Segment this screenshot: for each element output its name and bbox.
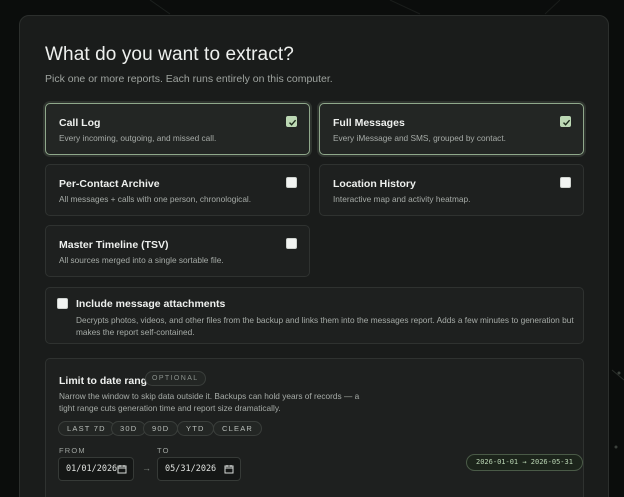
calendar-icon[interactable]: [117, 464, 127, 474]
to-date-input[interactable]: 05/31/2026: [157, 457, 241, 481]
date-range-summary: 2026-01-01 → 2026-05-31: [466, 454, 583, 471]
preset-30d-button[interactable]: 30D: [111, 421, 147, 436]
preset-clear-button[interactable]: CLEAR: [213, 421, 263, 436]
checkmark-icon: [563, 119, 571, 126]
checkbox-checked[interactable]: [286, 116, 297, 127]
checkmark-icon: [289, 119, 297, 126]
checkbox[interactable]: [286, 177, 297, 188]
date-range-title: Limit to date range: [59, 375, 153, 387]
preset-90d-button[interactable]: 90D: [143, 421, 179, 436]
report-card-location-history[interactable]: Location History Interactive map and act…: [319, 164, 584, 216]
report-card-full-messages[interactable]: Full Messages Every iMessage and SMS, gr…: [319, 103, 584, 155]
report-description: Interactive map and activity heatmap.: [333, 194, 471, 204]
optional-badge: OPTIONAL: [145, 371, 206, 386]
from-label: FROM: [59, 446, 86, 455]
checkbox[interactable]: [286, 238, 297, 249]
attachments-description: Decrypts photos, videos, and other files…: [76, 315, 574, 337]
report-title: Location History: [333, 178, 416, 190]
attachments-checkbox[interactable]: [57, 298, 68, 309]
report-title: Full Messages: [333, 117, 405, 129]
report-card-call-log[interactable]: Call Log Every incoming, outgoing, and m…: [45, 103, 310, 155]
preset-ytd-button[interactable]: YTD: [177, 421, 214, 436]
page-title: What do you want to extract?: [45, 44, 294, 65]
report-title: Call Log: [59, 117, 101, 129]
report-title: Master Timeline (TSV): [59, 239, 169, 251]
report-description: Every iMessage and SMS, grouped by conta…: [333, 133, 506, 143]
report-description: Every incoming, outgoing, and missed cal…: [59, 133, 217, 143]
to-label: TO: [157, 446, 170, 455]
range-arrow: →: [142, 463, 151, 473]
report-description: All messages + calls with one person, ch…: [59, 194, 252, 204]
date-range-section: Limit to date range OPTIONAL Narrow the …: [45, 358, 584, 497]
date-range-description: Narrow the window to skip data outside i…: [59, 391, 360, 413]
calendar-icon[interactable]: [224, 464, 234, 474]
preset-last-7d-button[interactable]: LAST 7D: [58, 421, 115, 436]
report-card-per-contact-archive[interactable]: Per-Contact Archive All messages + calls…: [45, 164, 310, 216]
page-subtitle: Pick one or more reports. Each runs enti…: [45, 73, 333, 85]
to-date-value: 05/31/2026: [165, 464, 217, 474]
from-date-input[interactable]: 01/01/2026: [58, 457, 134, 481]
from-date-value: 01/01/2026: [66, 464, 118, 474]
attachments-title: Include message attachments: [76, 298, 226, 310]
checkbox[interactable]: [560, 177, 571, 188]
attachments-option[interactable]: Include message attachments Decrypts pho…: [45, 287, 584, 344]
report-description: All sources merged into a single sortabl…: [59, 255, 224, 265]
report-card-master-timeline[interactable]: Master Timeline (TSV) All sources merged…: [45, 225, 310, 277]
checkbox-checked[interactable]: [560, 116, 571, 127]
report-title: Per-Contact Archive: [59, 178, 160, 190]
extract-panel: What do you want to extract? Pick one or…: [19, 15, 609, 497]
